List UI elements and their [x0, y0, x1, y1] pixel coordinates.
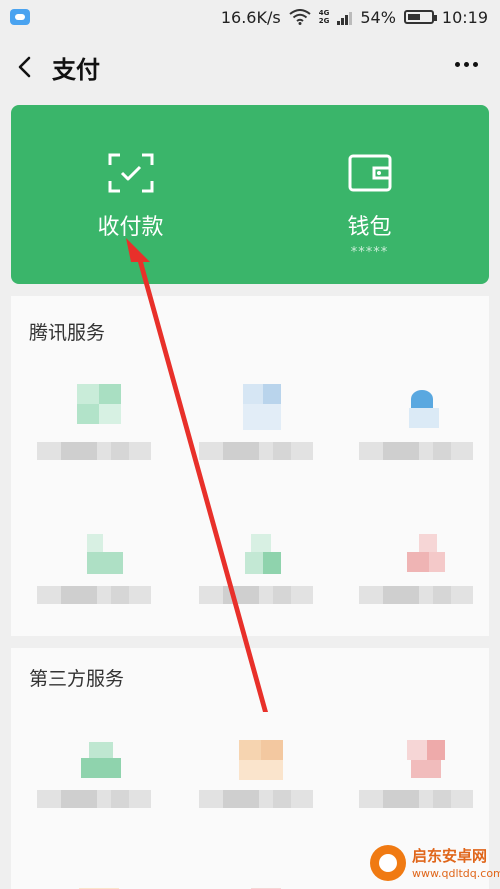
blurred-service-icon: [221, 732, 291, 780]
signal-icon: [337, 9, 353, 25]
back-arrow-icon[interactable]: [12, 53, 40, 81]
more-options-icon[interactable]: [455, 62, 478, 67]
network-type-primary: 4G: [318, 9, 330, 17]
service-tile-blurred[interactable]: [19, 860, 169, 889]
watermark-name: 启东安卓网: [412, 847, 488, 865]
blurred-service-label: [37, 586, 151, 604]
battery-percent: 54%: [360, 7, 396, 27]
watermark-url: www.qdltdq.com: [412, 867, 500, 880]
blurred-service-label: [199, 586, 313, 604]
blurred-service-label: [359, 442, 473, 460]
service-tile-blurred[interactable]: [181, 508, 331, 628]
blurred-service-icon: [381, 528, 451, 572]
service-tile-blurred[interactable]: [341, 364, 491, 484]
wifi-icon: [289, 9, 311, 25]
clock: 10:19: [441, 7, 488, 27]
receive-pay-button[interactable]: 收付款: [11, 105, 250, 284]
status-bar: 16.6K/s 4G 2G 54% 10:19: [0, 0, 500, 34]
blurred-service-label: [359, 586, 473, 604]
blurred-service-label: [199, 442, 313, 460]
battery-icon: [403, 10, 437, 24]
blurred-service-icon: [381, 732, 451, 778]
wallet-label: 钱包: [347, 215, 392, 240]
blurred-service-icon: [221, 528, 291, 574]
service-tile-blurred[interactable]: [181, 364, 331, 484]
status-bar-left: [10, 9, 30, 25]
title-bar: 支付: [0, 34, 500, 100]
network-type-secondary: 2G: [318, 17, 330, 25]
scan-check-icon: [108, 153, 153, 193]
site-watermark: 启东安卓网 www.qdltdq.com: [370, 841, 500, 885]
blurred-service-icon: [59, 384, 129, 424]
status-bar-right: 16.6K/s 4G 2G 54% 10:19: [221, 8, 488, 27]
wallet-balance: *****: [350, 245, 389, 260]
blurred-service-label: [359, 790, 473, 808]
blurred-service-icon: [221, 880, 291, 889]
section-title-third-party: 第三方服务: [29, 668, 125, 690]
blurred-service-label: [199, 790, 313, 808]
wallet-button[interactable]: 钱包 *****: [250, 105, 489, 284]
blurred-service-label: [37, 442, 151, 460]
blurred-service-icon: [59, 732, 129, 778]
payment-card: 收付款 钱包 *****: [11, 105, 489, 284]
tencent-services-section: 腾讯服务: [11, 296, 489, 636]
service-tile-blurred[interactable]: [19, 712, 169, 832]
service-tile-blurred[interactable]: [341, 508, 491, 628]
battery-fill: [407, 14, 420, 20]
blurred-service-icon: [381, 384, 451, 428]
cloud-icon: [10, 9, 30, 25]
section-title-tencent: 腾讯服务: [29, 322, 106, 344]
blurred-service-label: [37, 790, 151, 808]
watermark-logo-icon: [370, 845, 406, 881]
blurred-service-icon: [59, 880, 129, 889]
network-speed: 16.6K/s: [220, 7, 281, 27]
receive-pay-label: 收付款: [97, 215, 164, 240]
service-tile-blurred[interactable]: [19, 364, 169, 484]
service-tile-blurred[interactable]: [181, 712, 331, 832]
blurred-service-icon: [59, 528, 129, 574]
wallet-icon: [348, 154, 391, 192]
network-type: 4G 2G: [319, 9, 330, 25]
service-tile-blurred[interactable]: [19, 508, 169, 628]
service-tile-blurred[interactable]: [341, 712, 491, 832]
page-title: 支付: [52, 56, 100, 84]
service-tile-blurred[interactable]: [181, 860, 331, 889]
blurred-service-icon: [221, 384, 291, 430]
